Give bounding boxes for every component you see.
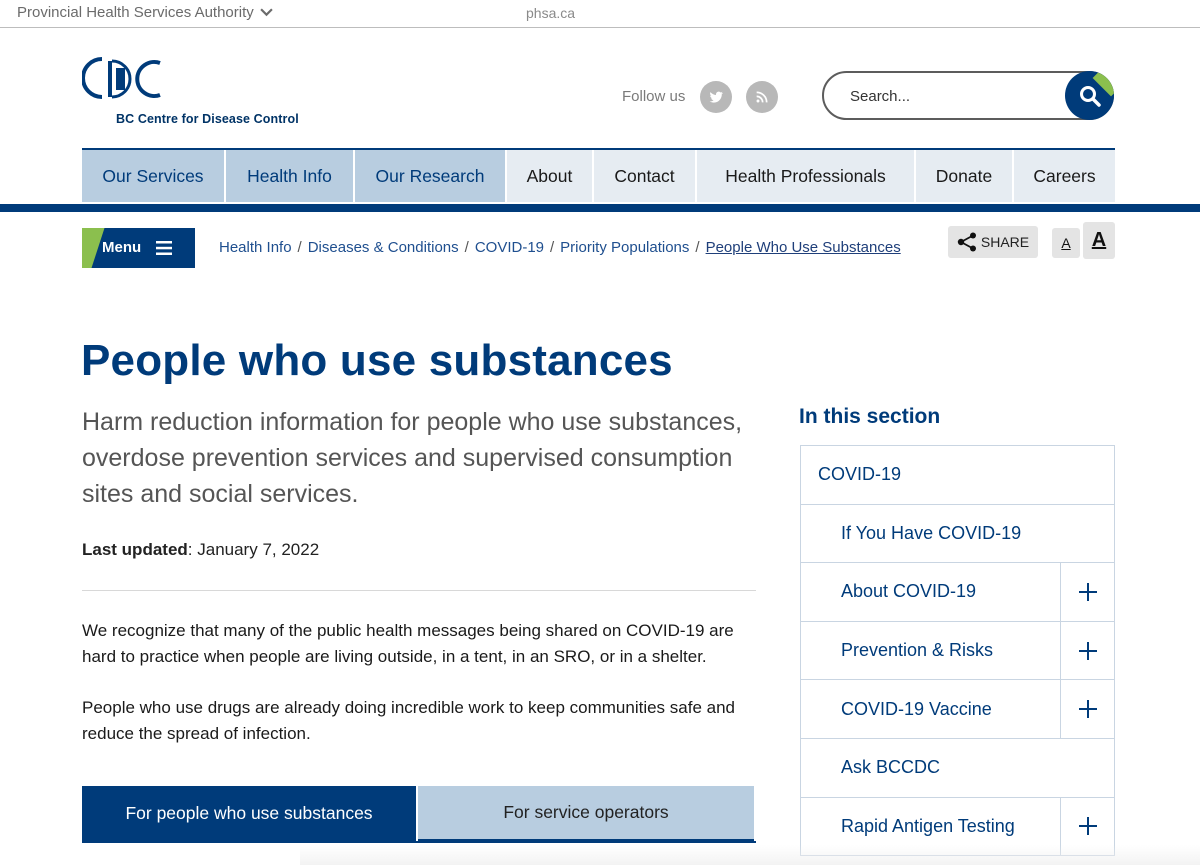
expand-button[interactable] [1060,680,1114,738]
section-nav-label[interactable]: About COVID-19 [801,581,976,602]
hamburger-icon [156,241,172,255]
breadcrumb-separator: / [695,239,700,256]
bccdc-logo[interactable]: BC Centre for Disease Control [82,55,312,130]
breadcrumb-current[interactable]: People Who Use Substances [706,239,901,256]
chevron-down-icon[interactable] [260,6,273,19]
plus-icon [1078,817,1097,836]
nav-donate[interactable]: Donate [916,150,1012,202]
last-updated: Last updated: January 7, 2022 [82,540,319,560]
nav-underline [0,204,1200,212]
body-paragraph: People who use drugs are already doing i… [82,698,735,743]
org-switcher[interactable]: Provincial Health Services Authority [17,4,273,21]
plus-icon [1078,641,1097,660]
last-updated-value: : January 7, 2022 [187,540,320,559]
nav-health-professionals[interactable]: Health Professionals [697,150,914,202]
tab-service-operators[interactable]: For service operators [418,786,754,841]
follow-label: Follow us [622,88,686,105]
breadcrumb-separator: / [297,239,302,256]
plus-icon [1078,700,1097,719]
logo-subtitle: BC Centre for Disease Control [116,112,299,126]
share-button[interactable]: SHARE [948,226,1038,258]
font-size-large-button[interactable]: A [1083,222,1115,259]
breadcrumb-link[interactable]: Diseases & Conditions [308,239,459,256]
section-nav-item[interactable]: Prevention & Risks [801,621,1114,681]
section-nav: COVID-19 If You Have COVID-19 About COVI… [800,445,1115,857]
section-nav-label[interactable]: Prevention & Risks [801,640,993,661]
content-divider [82,590,756,591]
nav-our-services[interactable]: Our Services [82,150,224,202]
menu-label: Menu [102,239,142,256]
breadcrumb-separator: / [550,239,555,256]
twitter-button[interactable] [700,81,732,113]
bccdc-logo-mark [82,57,161,99]
section-nav-item[interactable]: Ask BCCDC [801,739,1114,798]
breadcrumb: Health Info / Diseases & Conditions / COVI… [219,239,901,256]
section-nav-item[interactable]: If You Have COVID-19 [801,505,1114,564]
twitter-icon [709,91,724,103]
expand-button[interactable] [1060,621,1114,680]
last-updated-label: Last updated [82,540,188,559]
nav-contact[interactable]: Contact [594,150,695,202]
plus-icon [1078,582,1097,601]
expand-button[interactable] [1060,563,1114,621]
nav-our-research[interactable]: Our Research [355,150,505,202]
section-nav-title: In this section [799,405,941,428]
main-nav: Our Services Health Info Our Research Ab… [82,148,1115,202]
section-nav-label[interactable]: If You Have COVID-19 [801,523,1021,544]
breadcrumb-link[interactable]: Priority Populations [560,239,689,256]
url-domain: phsa.ca [526,5,576,21]
nav-careers[interactable]: Careers [1014,150,1115,202]
search-button[interactable] [1065,71,1114,120]
breadcrumb-link[interactable]: Health Info [219,239,292,256]
section-nav-label[interactable]: Ask BCCDC [801,757,940,778]
tabs-underline [82,841,756,843]
menu-button[interactable]: Menu [82,228,195,268]
search-icon [1079,85,1101,107]
breadcrumb-separator: / [464,239,469,256]
page-intro: Harm reduction information for people wh… [82,408,743,508]
nav-about[interactable]: About [507,150,592,202]
rss-icon [756,91,768,103]
org-name[interactable]: Provincial Health Services Authority [17,4,254,21]
body-paragraph: We recognize that many of the public hea… [82,621,734,666]
section-nav-item[interactable]: COVID-19 [801,446,1114,505]
audience-tabs: For people who use substances For servic… [82,786,756,843]
section-nav-item[interactable]: About COVID-19 [801,563,1114,622]
section-nav-label[interactable]: COVID-19 Vaccine [801,699,992,720]
section-nav-label[interactable]: COVID-19 [801,464,901,485]
section-nav-item[interactable]: COVID-19 Vaccine [801,680,1114,739]
bottom-fade [300,845,1200,865]
rss-button[interactable] [746,81,778,113]
breadcrumb-link[interactable]: COVID-19 [475,239,544,256]
top-bar: Provincial Health Services Authority phs… [0,0,1200,28]
font-size-small-button[interactable]: A [1052,228,1080,258]
section-nav-label[interactable]: Rapid Antigen Testing [801,816,1015,837]
tab-people-who-use-substances[interactable]: For people who use substances [82,786,416,841]
page-title: People who use substances [81,336,673,385]
share-label: SHARE [980,234,1030,250]
share-icon [957,232,976,252]
nav-health-info[interactable]: Health Info [226,150,353,202]
search-input[interactable] [850,85,1050,107]
